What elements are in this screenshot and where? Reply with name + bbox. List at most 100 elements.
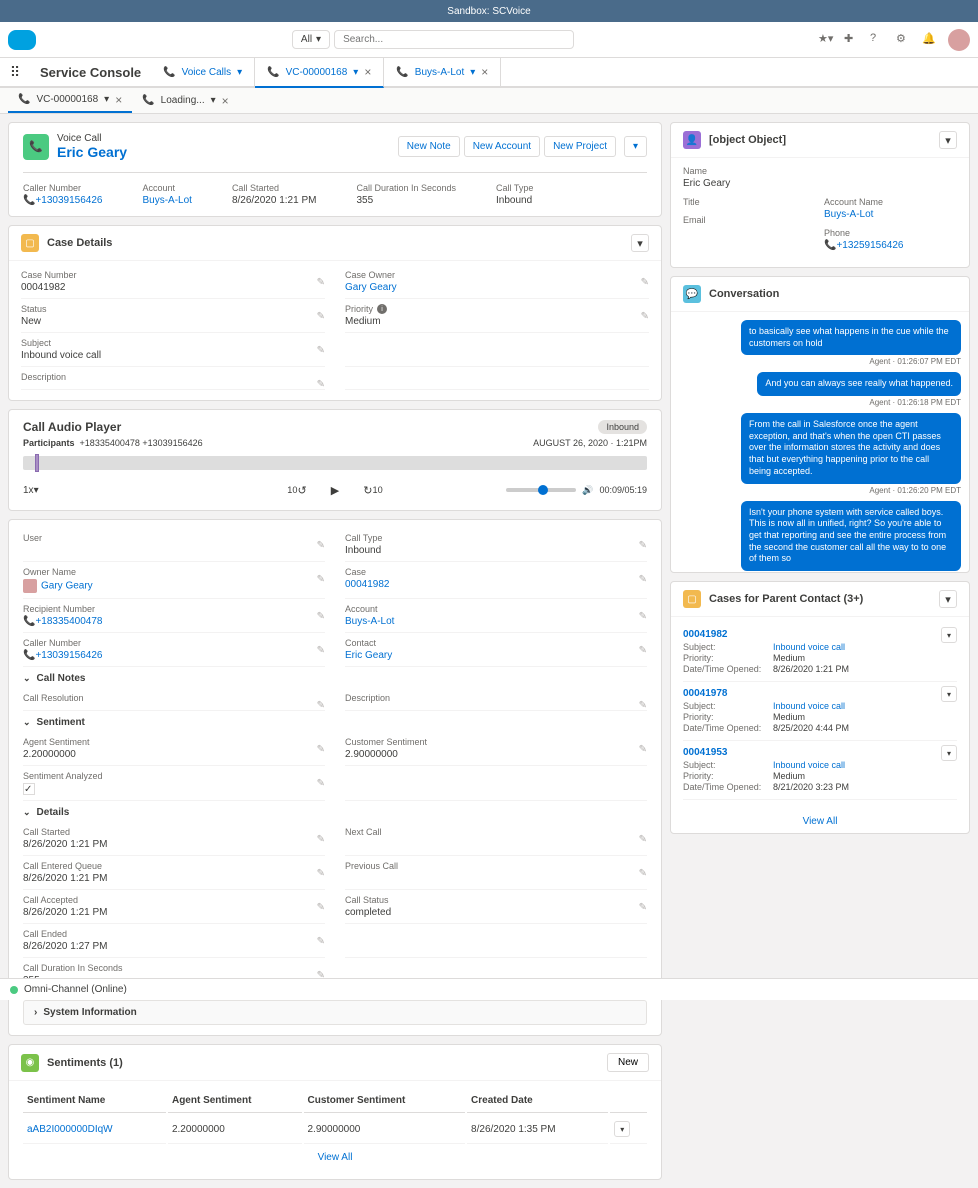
edit-pencil-icon[interactable]: ✎ bbox=[639, 574, 647, 585]
record-name-link[interactable]: Eric Geary bbox=[57, 144, 127, 160]
skip-back-button[interactable]: 10↺ bbox=[287, 480, 307, 500]
notifications-icon[interactable]: 🔔 bbox=[922, 32, 938, 48]
close-icon[interactable]: × bbox=[222, 94, 229, 108]
edit-pencil-icon[interactable]: ✎ bbox=[639, 645, 647, 656]
edit-pencil-icon[interactable]: ✎ bbox=[317, 311, 325, 322]
edit-pencil-icon[interactable]: ✎ bbox=[317, 700, 325, 711]
contact-details-panel: 👤 [object Object] ▾ Name Eric Geary Titl… bbox=[670, 122, 970, 268]
audio-track[interactable] bbox=[23, 456, 647, 470]
case-number-link[interactable]: 00041953 bbox=[683, 747, 957, 758]
table-row: aAB2I000000DIqW2.200000002.900000008/26/… bbox=[23, 1115, 647, 1144]
edit-pencil-icon[interactable]: ✎ bbox=[639, 868, 647, 879]
edit-pencil-icon[interactable]: ✎ bbox=[639, 834, 647, 845]
edit-pencil-icon[interactable]: ✎ bbox=[639, 611, 647, 622]
edit-pencil-icon[interactable]: ✎ bbox=[317, 902, 325, 913]
checkbox-icon: ✓ bbox=[23, 783, 35, 795]
edit-pencil-icon[interactable]: ✎ bbox=[317, 868, 325, 879]
sentiment-icon: ◉ bbox=[21, 1054, 39, 1072]
view-all-link[interactable]: View All bbox=[21, 1146, 649, 1169]
edit-pencil-icon[interactable]: ✎ bbox=[639, 700, 647, 711]
chevron-down-icon[interactable]: ▾ bbox=[470, 67, 475, 78]
case-menu-button[interactable]: ▾ bbox=[941, 627, 957, 643]
system-information-header[interactable]: ›System Information bbox=[23, 1000, 647, 1025]
chevron-down-icon[interactable]: ▾ bbox=[237, 67, 242, 78]
edit-pencil-icon[interactable]: ✎ bbox=[639, 744, 647, 755]
app-launcher-icon[interactable]: ⠿ bbox=[0, 64, 30, 81]
view-all-cases-link[interactable]: View All bbox=[671, 810, 969, 833]
close-icon[interactable]: × bbox=[364, 65, 371, 79]
sentiment-header[interactable]: ⌄Sentiment bbox=[23, 711, 647, 734]
playback-speed-button[interactable]: 1x▾ bbox=[23, 485, 39, 496]
omni-channel-button[interactable]: Omni-Channel (Online) bbox=[24, 984, 127, 995]
workspace-tab[interactable]: 📞VC-00000168▾× bbox=[255, 58, 384, 88]
new-sentiment-button[interactable]: New bbox=[607, 1053, 649, 1072]
volume-icon[interactable]: 🔊 bbox=[582, 485, 593, 496]
conversation-icon: 💬 bbox=[683, 285, 701, 303]
info-icon[interactable]: i bbox=[377, 304, 387, 314]
edit-pencil-icon[interactable]: ✎ bbox=[317, 379, 325, 390]
panel-menu-button[interactable]: ▾ bbox=[939, 131, 957, 149]
edit-pencil-icon[interactable]: ✎ bbox=[639, 540, 647, 551]
edit-pencil-icon[interactable]: ✎ bbox=[317, 540, 325, 551]
case-number-link[interactable]: 00041978 bbox=[683, 688, 957, 699]
phone-link[interactable]: 📞+13259156426 bbox=[824, 240, 957, 251]
edit-pencil-icon[interactable]: ✎ bbox=[317, 744, 325, 755]
add-icon[interactable]: ✚ bbox=[844, 32, 860, 48]
case-menu-button[interactable]: ▾ bbox=[941, 686, 957, 702]
close-icon[interactable]: × bbox=[481, 65, 488, 79]
field-value: Inbound bbox=[496, 195, 533, 206]
subtab[interactable]: 📞VC-00000168▾× bbox=[8, 88, 132, 113]
workspace-tab[interactable]: 📞Voice Calls▾ bbox=[151, 58, 255, 86]
field-value[interactable]: 📞+13039156426 bbox=[23, 195, 102, 206]
edit-pencil-icon[interactable]: ✎ bbox=[639, 902, 647, 913]
edit-pencil-icon[interactable]: ✎ bbox=[317, 778, 325, 789]
actions-menu-button[interactable]: ▾ bbox=[624, 136, 647, 157]
message-meta: Agent · 01:26:20 PM EDT bbox=[869, 486, 961, 495]
sentiment-name-link[interactable]: aAB2I000000DIqW bbox=[23, 1115, 166, 1144]
case-number-link[interactable]: 00041982 bbox=[683, 629, 957, 640]
favorites-icon[interactable]: ★▾ bbox=[818, 32, 834, 48]
edit-pencil-icon[interactable]: ✎ bbox=[317, 834, 325, 845]
user-avatar[interactable] bbox=[948, 29, 970, 51]
conversation-scroll[interactable]: to basically see what happens in the cue… bbox=[671, 312, 969, 572]
help-icon[interactable]: ? bbox=[870, 32, 886, 48]
audio-playhead[interactable] bbox=[35, 454, 39, 472]
action-button[interactable]: New Note bbox=[398, 136, 460, 157]
search-scope-dropdown[interactable]: All ▾ bbox=[292, 30, 330, 49]
details-header[interactable]: ⌄Details bbox=[23, 801, 647, 824]
message-meta: Agent · 01:26:07 PM EDT bbox=[869, 357, 961, 366]
edit-pencil-icon[interactable]: ✎ bbox=[317, 345, 325, 356]
global-search-input[interactable] bbox=[334, 30, 574, 49]
case-item: 00041982Subject:Inbound voice callPriori… bbox=[683, 623, 957, 682]
parent-cases-panel: ▢ Cases for Parent Contact (3+) ▾ 000419… bbox=[670, 581, 970, 834]
skip-forward-button[interactable]: ↻10 bbox=[363, 480, 383, 500]
edit-pencil-icon[interactable]: ✎ bbox=[317, 277, 325, 288]
phone-icon: 📞 bbox=[267, 67, 279, 78]
play-button[interactable]: ▶ bbox=[325, 480, 345, 500]
edit-pencil-icon[interactable]: ✎ bbox=[317, 645, 325, 656]
contact-name: Eric Geary bbox=[683, 178, 957, 189]
field-value[interactable]: Buys-A-Lot bbox=[142, 195, 191, 206]
panel-menu-button[interactable]: ▾ bbox=[631, 234, 649, 252]
edit-pencil-icon[interactable]: ✎ bbox=[641, 277, 649, 288]
chevron-down-icon[interactable]: ▾ bbox=[104, 94, 109, 105]
account-link[interactable]: Buys-A-Lot bbox=[824, 209, 957, 220]
action-button[interactable]: New Account bbox=[464, 136, 540, 157]
panel-menu-button[interactable]: ▾ bbox=[939, 590, 957, 608]
subtab[interactable]: 📞Loading...▾× bbox=[132, 88, 238, 113]
edit-pencil-icon[interactable]: ✎ bbox=[317, 611, 325, 622]
workspace-tab[interactable]: 📞Buys-A-Lot▾× bbox=[384, 58, 501, 86]
close-icon[interactable]: × bbox=[115, 93, 122, 107]
volume-slider[interactable] bbox=[506, 488, 576, 492]
setup-gear-icon[interactable]: ⚙ bbox=[896, 32, 912, 48]
contact-icon: 👤 bbox=[683, 131, 701, 149]
call-notes-header[interactable]: ⌄Call Notes bbox=[23, 667, 647, 690]
chevron-down-icon[interactable]: ▾ bbox=[353, 67, 358, 78]
case-menu-button[interactable]: ▾ bbox=[941, 745, 957, 761]
edit-pencil-icon[interactable]: ✎ bbox=[317, 936, 325, 947]
chevron-down-icon[interactable]: ▾ bbox=[211, 95, 216, 106]
row-menu-button[interactable]: ▾ bbox=[614, 1121, 630, 1137]
edit-pencil-icon[interactable]: ✎ bbox=[641, 311, 649, 322]
action-button[interactable]: New Project bbox=[544, 136, 616, 157]
edit-pencil-icon[interactable]: ✎ bbox=[317, 574, 325, 585]
